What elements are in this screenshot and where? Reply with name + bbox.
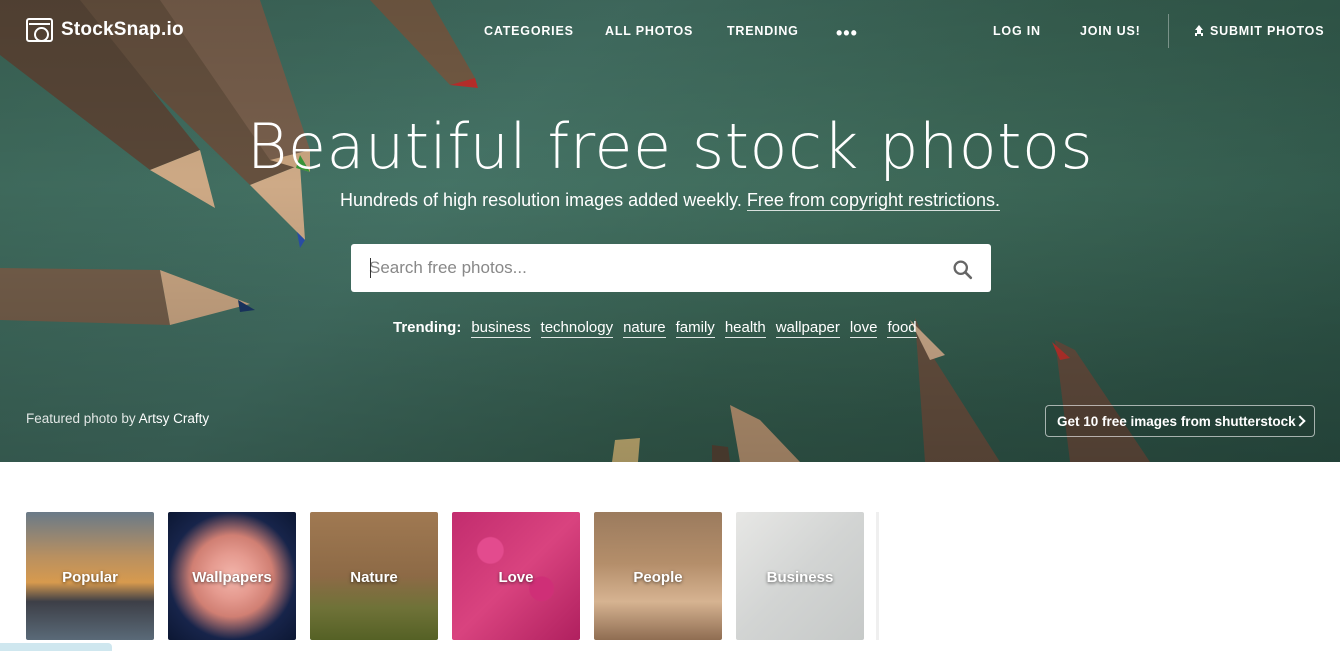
trending-tags: Trending: business technology nature fam…: [393, 319, 917, 338]
shutterstock-offer-label: Get 10 free images from shutterstock: [1057, 413, 1296, 429]
trending-tag-family[interactable]: family: [675, 319, 715, 338]
subtitle-text: Hundreds of high resolution images added…: [340, 190, 742, 210]
hero-banner: StockSnap.io CATEGORIES ALL PHOTOS TREND…: [0, 0, 1340, 462]
search-input[interactable]: [369, 244, 929, 292]
submit-photos-button[interactable]: SUBMIT PHOTOS: [1193, 24, 1324, 38]
category-strip-edge: [876, 512, 879, 640]
trending-tag-love[interactable]: love: [849, 319, 878, 338]
text-cursor: [370, 258, 371, 278]
category-label: People: [633, 569, 683, 586]
camera-icon: [26, 18, 53, 42]
trending-label: Trending:: [393, 319, 462, 336]
trending-tag-technology[interactable]: technology: [540, 319, 614, 338]
category-business[interactable]: Business: [736, 512, 864, 640]
trending-tag-wallpaper[interactable]: wallpaper: [775, 319, 840, 338]
brand-name: StockSnap.io: [61, 19, 184, 40]
trending-tag-food[interactable]: food: [887, 319, 917, 338]
category-people[interactable]: People: [594, 512, 722, 640]
category-label: Business: [766, 569, 834, 586]
search-bar: [351, 244, 991, 292]
category-love[interactable]: Love: [452, 512, 580, 640]
category-wallpapers[interactable]: Wallpapers: [168, 512, 296, 640]
credit-prefix: Featured photo by: [26, 411, 136, 426]
category-strip: Popular Wallpapers Nature Love People Bu…: [26, 512, 864, 640]
page-title: Beautiful free stock photos: [246, 110, 1094, 183]
top-navigation: StockSnap.io CATEGORIES ALL PHOTOS TREND…: [0, 0, 1340, 62]
more-menu-icon[interactable]: •••: [836, 23, 858, 44]
logo[interactable]: StockSnap.io: [26, 18, 184, 42]
nav-divider: [1168, 14, 1169, 48]
nav-all-photos[interactable]: ALL PHOTOS: [605, 24, 693, 38]
nav-categories[interactable]: CATEGORIES: [484, 24, 574, 38]
chevron-right-icon: [1294, 415, 1306, 427]
credit-author-link[interactable]: Artsy Crafty: [139, 411, 210, 426]
category-label: Popular: [62, 569, 118, 586]
copyright-link[interactable]: Free from copyright restrictions.: [746, 190, 1000, 211]
category-label: Love: [498, 569, 534, 586]
join-link[interactable]: JOIN US!: [1080, 24, 1141, 38]
hero-background-image: [0, 0, 1150, 462]
category-nature[interactable]: Nature: [310, 512, 438, 640]
browser-status-bar: [0, 643, 112, 651]
trending-tag-business[interactable]: business: [471, 319, 531, 338]
category-label: Wallpapers: [192, 569, 272, 586]
hero-subtitle: Hundreds of high resolution images added…: [0, 190, 1340, 211]
shutterstock-offer-button[interactable]: Get 10 free images from shutterstock: [1045, 405, 1315, 437]
upload-icon: [1193, 25, 1205, 37]
trending-tag-health[interactable]: health: [724, 319, 766, 338]
photo-credit: Featured photo by Artsy Crafty: [26, 411, 209, 426]
nav-trending[interactable]: TRENDING: [727, 24, 799, 38]
category-popular[interactable]: Popular: [26, 512, 154, 640]
login-link[interactable]: LOG IN: [993, 24, 1041, 38]
submit-photos-label: SUBMIT PHOTOS: [1210, 24, 1325, 38]
trending-tag-nature[interactable]: nature: [623, 319, 666, 338]
category-label: Nature: [350, 569, 398, 586]
search-icon[interactable]: [952, 259, 973, 280]
